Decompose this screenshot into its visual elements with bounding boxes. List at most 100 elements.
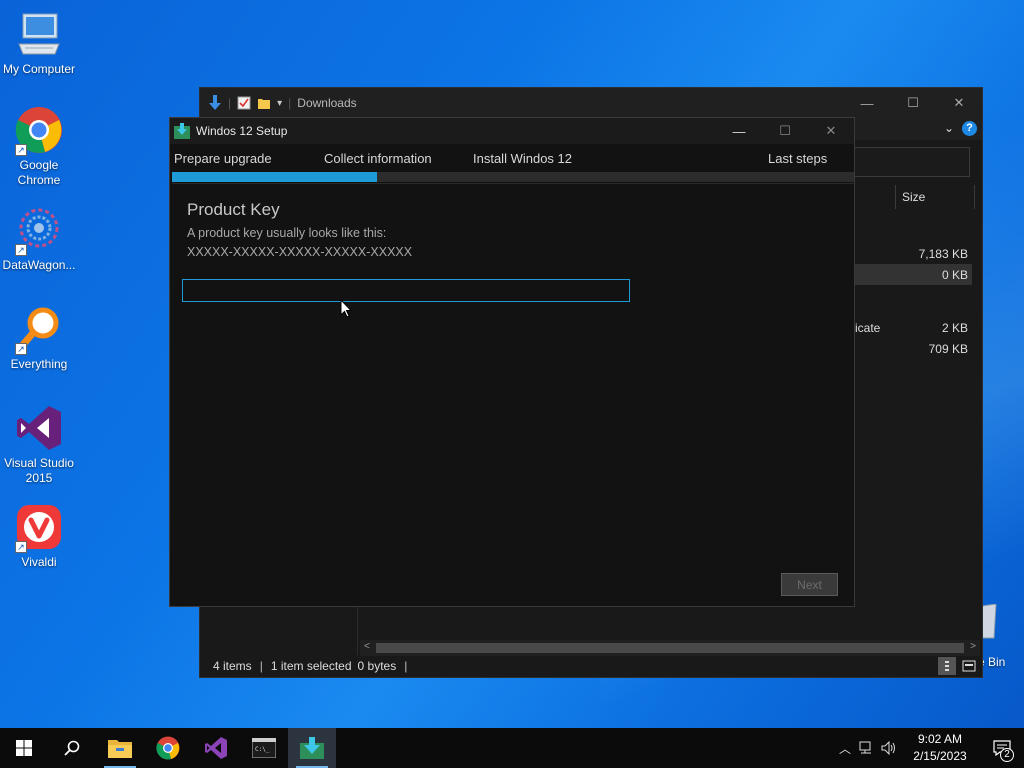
status-separator: | [404,659,408,673]
visual-studio-icon [15,404,63,452]
visual-studio-icon [205,737,227,759]
status-separator: | [259,659,263,673]
taskbar-setup-installer[interactable] [288,728,336,768]
setup-progress-fill [172,172,377,182]
file-row[interactable]: icate 2 KB [855,317,972,338]
system-tray: ︿ 9:02 AM 2/15/2023 2 [834,728,1024,768]
clock-time: 9:02 AM [917,732,963,746]
datawagon-icon: ↗ [15,206,63,256]
notification-count-badge: 2 [1000,748,1014,762]
desktop-icon-recycle-bin[interactable]: e Bin [978,603,1024,674]
desktop-icon-visual-studio[interactable]: Visual Studio 2015 [0,404,78,486]
quick-access-dropdown-icon[interactable]: ▾ [277,98,282,109]
desktop-icon-vivaldi[interactable]: ↗ Vivaldi [0,503,78,570]
file-size: 0 KB [941,267,968,282]
horizontal-scrollbar[interactable]: < > [360,640,980,656]
column-header-size[interactable]: Size [895,185,975,209]
taskbar-chrome[interactable] [144,728,192,768]
setup-maximize-button: ☐ [779,123,791,138]
setup-installer-icon [300,737,324,759]
file-name: icate [855,320,881,335]
file-row-selected[interactable]: 0 KB [855,264,972,285]
search-magnifier-icon: ↗ [15,305,63,355]
desktop-icon-label: My Computer [2,62,76,76]
next-button[interactable]: Next [781,573,838,596]
desktop-icon-label: DataWagon... [2,258,76,272]
scroll-left-arrow-icon[interactable]: < [364,641,370,652]
action-center-button[interactable]: 2 [980,728,1024,768]
chrome-icon [156,736,180,760]
setup-titlebar[interactable]: Windos 12 Setup — ☐ ✕ [170,118,854,144]
setup-title: Windos 12 Setup [196,124,288,138]
desktop-icon-google-chrome[interactable]: ↗ Google Chrome [0,106,78,188]
ribbon-expand-chevron-icon[interactable]: ⌄ [944,121,954,135]
desktop-icon-datawagon[interactable]: ↗ DataWagon... [0,206,78,273]
scrollbar-thumb[interactable] [376,643,964,653]
maximize-button[interactable]: ☐ [890,88,936,118]
close-button[interactable]: ✕ [936,88,982,118]
details-view-icon[interactable] [938,657,956,675]
network-icon[interactable] [856,728,878,768]
step-collect-information: Collect information [324,151,432,166]
clock-date: 2/15/2023 [913,749,967,763]
setup-minimize-button[interactable]: — [716,118,762,144]
desktop-icon-label: Everything [10,357,68,371]
help-icon[interactable]: ? [962,121,977,136]
desktop-icon-label: Visual Studio 2015 [4,456,74,485]
desktop-icon-everything[interactable]: ↗ Everything [0,305,78,372]
taskbar: C:\_ ︿ 9:02 AM 2/15/2023 2 [0,728,1024,768]
large-icons-view-icon[interactable] [960,657,978,675]
desktop-icon-my-computer[interactable]: My Computer [0,10,78,77]
status-selected-count: 1 item selected [270,659,352,673]
taskbar-file-explorer[interactable] [96,728,144,768]
file-size: 709 KB [928,341,968,356]
setup-progress-bar [172,172,854,182]
taskbar-search-button[interactable] [48,728,96,768]
step-install: Install Windos 12 [473,151,572,166]
computer-icon [15,10,63,58]
scroll-right-arrow-icon[interactable]: > [970,641,976,652]
desktop-icon-label: Google Chrome [17,158,61,187]
shortcut-arrow-icon: ↗ [15,144,27,156]
explorer-titlebar[interactable]: | ▾ | Downloads — ☐ ✕ [200,88,982,118]
file-size: 7,183 KB [918,246,968,261]
new-folder-icon[interactable] [257,96,271,110]
shortcut-arrow-icon: ↗ [15,244,27,256]
setup-dialog[interactable]: Windos 12 Setup — ☐ ✕ Prepare upgrade Co… [169,117,855,607]
file-list: 7,183 KB 0 KB icate 2 KB 709 KB [855,243,972,359]
terminal-icon: C:\_ [252,738,276,758]
toolbar-separator: | [288,96,292,110]
page-title: Product Key [187,200,280,219]
recycle-bin-icon [981,603,997,639]
taskbar-clock[interactable]: 9:02 AM 2/15/2023 [900,731,980,765]
mouse-cursor-icon [340,299,352,318]
taskbar-terminal[interactable]: C:\_ [240,728,288,768]
file-explorer-icon [108,740,132,758]
taskbar-visual-studio[interactable] [192,728,240,768]
explorer-search-input[interactable] [852,147,970,177]
product-key-input[interactable] [182,279,630,302]
minimize-button[interactable]: — [844,88,890,118]
start-icon [16,740,32,756]
volume-icon[interactable] [878,728,900,768]
properties-check-icon[interactable] [237,96,251,110]
shortcut-arrow-icon: ↗ [15,541,27,553]
show-hidden-icons-chevron-icon[interactable]: ︿ [834,728,856,768]
toolbar-separator: | [228,96,232,110]
status-item-count: 4 items [213,659,252,673]
search-icon [64,740,80,756]
step-last-steps: Last steps [768,151,828,166]
explorer-title: Downloads [297,96,357,110]
svg-text:C:\_: C:\_ [255,746,270,753]
shortcut-arrow-icon: ↗ [15,343,27,355]
file-row[interactable]: 7,183 KB [855,243,972,264]
file-row[interactable]: 709 KB [855,338,972,359]
setup-close-button[interactable]: ✕ [808,118,854,144]
product-key-hint: A product key usually looks like this: X… [187,224,412,262]
download-arrow-icon[interactable] [208,95,222,111]
explorer-status-bar: 4 items | 1 item selected 0 bytes | [200,655,982,677]
chrome-icon: ↗ [15,106,63,156]
product-key-hint-line: A product key usually looks like this: [187,226,387,240]
product-key-example: XXXXX-XXXXX-XXXXX-XXXXX-XXXXX [187,245,413,259]
start-button[interactable] [0,728,48,768]
